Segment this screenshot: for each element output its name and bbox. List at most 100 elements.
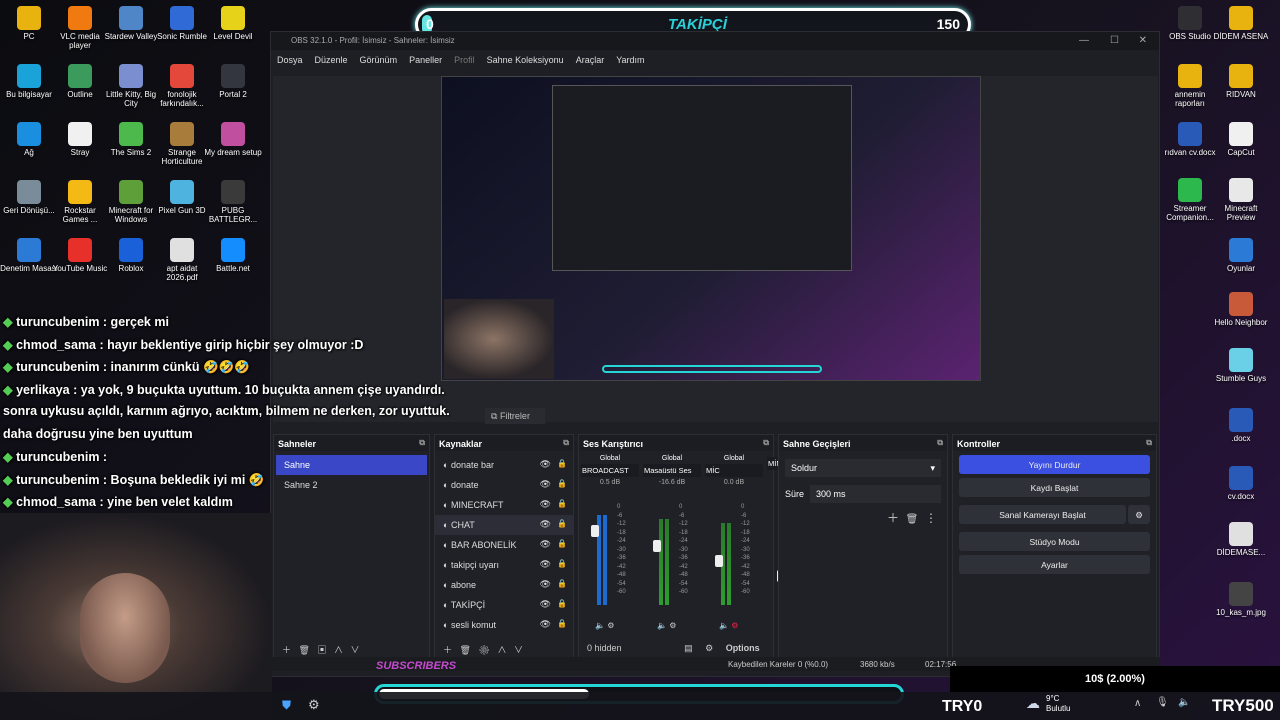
options-button[interactable]: Options: [726, 643, 760, 653]
speaker-icon[interactable]: 🔈: [1178, 697, 1190, 708]
desktop-icon[interactable]: DİDEMASE...: [1212, 522, 1270, 557]
filter-icon[interactable]: ▣: [317, 645, 326, 655]
desktop-icon[interactable]: Little Kitty, Big City: [102, 64, 160, 108]
trash-icon[interactable]: 🗑: [906, 514, 919, 525]
desktop-icon[interactable]: RIDVAN: [1212, 64, 1270, 99]
dock-undock-icon[interactable]: ⧉: [563, 438, 569, 448]
gear-icon[interactable]: ⚙: [705, 643, 713, 653]
desktop-icon[interactable]: YouTube Music: [51, 238, 109, 273]
desktop-icon[interactable]: Minecraft for Windows: [102, 180, 160, 224]
gear-icon[interactable]: ⚙: [308, 697, 320, 713]
add-icon[interactable]: ＋: [282, 645, 291, 655]
desktop-icon[interactable]: Outline: [51, 64, 109, 99]
eye-icon[interactable]: 👁: [540, 519, 551, 530]
lock-icon[interactable]: 🔒: [557, 559, 567, 568]
source-item[interactable]: ◐ abone 👁 🔒: [435, 575, 573, 595]
menu-profil[interactable]: Profil: [454, 55, 475, 65]
eye-icon[interactable]: 👁: [540, 499, 551, 510]
desktop-icon[interactable]: annemin raporları: [1161, 64, 1219, 108]
eye-icon[interactable]: 👁: [540, 579, 551, 590]
desktop-icon[interactable]: Level Devil: [204, 6, 262, 41]
gear-icon[interactable]: ⚙: [731, 621, 738, 630]
desktop-icon[interactable]: Ağ: [0, 122, 58, 157]
volume-slider[interactable]: [653, 540, 661, 552]
desktop-icon[interactable]: Strange Horticulture: [153, 122, 211, 166]
up-icon[interactable]: ∧: [334, 645, 343, 655]
start-virtual-camera-button[interactable]: Sanal Kamerayı Başlat: [959, 505, 1126, 524]
desktop-icon[interactable]: apt aidat 2026.pdf: [153, 238, 211, 282]
dock-undock-icon[interactable]: ⧉: [1146, 438, 1152, 448]
lock-icon[interactable]: 🔒: [557, 619, 567, 628]
desktop-icon[interactable]: Denetim Masası: [0, 238, 58, 273]
layout-icon[interactable]: ▤: [684, 643, 693, 653]
menu-paneller[interactable]: Paneller: [409, 55, 442, 65]
desktop-icon[interactable]: Bu bilgisayar: [0, 64, 58, 99]
settings-button[interactable]: Ayarlar: [959, 555, 1150, 574]
desktop-icon[interactable]: Stardew Valley: [102, 6, 160, 41]
lock-icon[interactable]: 🔒: [557, 479, 567, 488]
close-icon[interactable]: ✕: [1139, 35, 1147, 46]
desktop-icon[interactable]: .docx: [1212, 408, 1270, 443]
gear-icon[interactable]: ⚙: [478, 645, 489, 655]
desktop-icon[interactable]: PC: [0, 6, 58, 41]
desktop-icon[interactable]: rıdvan cv.docx: [1161, 122, 1219, 157]
trash-icon[interactable]: 🗑: [460, 645, 471, 655]
desktop-icon[interactable]: Pixel Gun 3D: [153, 180, 211, 215]
eye-icon[interactable]: 👁: [540, 459, 551, 470]
dock-undock-icon[interactable]: ⧉: [937, 438, 943, 448]
preview-canvas[interactable]: [441, 76, 981, 381]
desktop-icon[interactable]: The Sims 2: [102, 122, 160, 157]
desktop-icon[interactable]: Streamer Companion...: [1161, 178, 1219, 222]
desktop-icon[interactable]: Rockstar Games ...: [51, 180, 109, 224]
add-icon[interactable]: ＋: [443, 645, 452, 655]
trash-icon[interactable]: 🗑: [299, 645, 310, 655]
gear-icon[interactable]: ⚙: [607, 621, 614, 630]
desktop-icon[interactable]: Hello Neighbor: [1212, 292, 1270, 327]
lock-icon[interactable]: 🔒: [557, 499, 567, 508]
up-icon[interactable]: ∧: [497, 645, 506, 655]
duration-input[interactable]: 300 ms: [810, 485, 941, 503]
desktop-icon[interactable]: DİDEM ASENA: [1212, 6, 1270, 41]
add-icon[interactable]: ＋: [887, 511, 899, 525]
desktop-icon[interactable]: Oyunlar: [1212, 238, 1270, 273]
desktop-icon[interactable]: Minecraft Preview: [1212, 178, 1270, 222]
studio-mode-button[interactable]: Stüdyo Modu: [959, 532, 1150, 551]
start-recording-button[interactable]: Kaydı Başlat: [959, 478, 1150, 497]
lock-icon[interactable]: 🔒: [557, 459, 567, 468]
volume-slider[interactable]: [591, 525, 599, 537]
lock-icon[interactable]: 🔒: [557, 599, 567, 608]
desktop-icon[interactable]: PUBG BATTLEGR...: [204, 180, 262, 224]
desktop-icon[interactable]: Stumble Guys: [1212, 348, 1270, 383]
desktop-icon[interactable]: cv.docx: [1212, 466, 1270, 501]
desktop-icon[interactable]: 10_kas_m.jpg: [1212, 582, 1270, 617]
more-icon[interactable]: ⋮: [925, 511, 937, 525]
minimize-icon[interactable]: —: [1079, 35, 1089, 46]
stop-stream-button[interactable]: Yayını Durdur: [959, 455, 1150, 474]
source-item[interactable]: ◐ TAKİPÇİ 👁 🔒: [435, 595, 573, 615]
volume-slider[interactable]: [715, 555, 723, 567]
transition-select[interactable]: Soldur ▾: [785, 459, 941, 477]
lock-icon[interactable]: 🔒: [557, 519, 567, 528]
source-item[interactable]: ◐ CHAT 👁 🔒: [435, 515, 573, 535]
speaker-icon[interactable]: 🔈: [595, 621, 605, 630]
eye-icon[interactable]: 👁: [540, 619, 551, 630]
menu-araclar[interactable]: Araçlar: [576, 55, 605, 65]
desktop-icon[interactable]: Sonic Rumble: [153, 6, 211, 41]
desktop-icon[interactable]: Battle.net: [204, 238, 262, 273]
desktop-icon[interactable]: VLC media player: [51, 6, 109, 50]
channel-name[interactable]: BROADCAST: [581, 464, 639, 477]
down-icon[interactable]: ∨: [351, 645, 360, 655]
lock-icon[interactable]: 🔒: [557, 579, 567, 588]
source-item[interactable]: ◐ takipçi uyarı 👁 🔒: [435, 555, 573, 575]
eye-icon[interactable]: 👁: [540, 539, 551, 550]
eye-icon[interactable]: 👁: [540, 559, 551, 570]
shield-icon[interactable]: ⛊: [282, 698, 291, 713]
speaker-icon[interactable]: 🔈: [719, 621, 729, 630]
down-icon[interactable]: ∨: [514, 645, 523, 655]
desktop-icon[interactable]: OBS Studio: [1161, 6, 1219, 41]
menu-gorunum[interactable]: Görünüm: [360, 55, 398, 65]
microphone-icon[interactable]: 🎙: [1156, 697, 1169, 708]
desktop-icon[interactable]: CapCut: [1212, 122, 1270, 157]
desktop-icon[interactable]: Geri Dönüşü...: [0, 180, 58, 215]
channel-name[interactable]: Masaüstü Ses: [643, 464, 701, 477]
